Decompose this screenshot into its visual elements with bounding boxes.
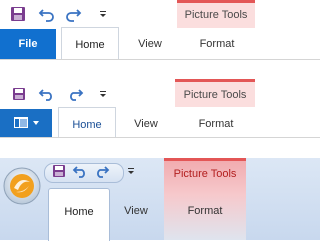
- context-tab-group-label: Picture Tools: [183, 89, 247, 101]
- tab-home[interactable]: Home: [61, 27, 119, 60]
- tab-format[interactable]: Format: [182, 29, 252, 59]
- app-menu-orb-button[interactable]: [2, 166, 42, 206]
- windows7-orb-icon: [3, 167, 41, 205]
- context-tab-group-picture-tools: Picture Tools: [177, 0, 255, 28]
- save-icon: [13, 88, 25, 100]
- tab-label: Format: [187, 205, 223, 217]
- undo-icon: [38, 89, 52, 101]
- ribbon-divider: [0, 59, 320, 60]
- redo-icon: [70, 89, 84, 101]
- save-icon: [11, 7, 25, 21]
- tab-label: Home: [72, 119, 102, 131]
- tab-view[interactable]: View: [126, 29, 174, 59]
- save-button[interactable]: [10, 6, 26, 22]
- tab-label: Format: [198, 118, 234, 130]
- save-button[interactable]: [52, 164, 66, 178]
- redo-button[interactable]: [64, 6, 82, 22]
- save-button[interactable]: [12, 87, 26, 101]
- tab-label: Home: [64, 206, 94, 218]
- tab-label: Format: [199, 38, 235, 50]
- tab-view[interactable]: View: [112, 188, 160, 238]
- file-tab-button[interactable]: File: [0, 29, 56, 59]
- customize-qat-button[interactable]: [126, 166, 136, 176]
- customize-qat-button[interactable]: [98, 89, 108, 99]
- context-tab-group-picture-tools: Picture Tools: [175, 79, 255, 107]
- ribbon-variant-1: Picture Tools File Home View Format: [0, 0, 320, 62]
- context-tab-group-label: Picture Tools: [173, 168, 237, 180]
- ribbon-variant-2: Picture Tools Home View Format: [0, 79, 320, 141]
- tab-label: View: [138, 38, 162, 50]
- tab-label: View: [134, 118, 158, 130]
- save-icon: [53, 165, 65, 177]
- ribbon-divider: [0, 137, 320, 138]
- undo-button[interactable]: [38, 87, 56, 101]
- redo-icon: [66, 9, 82, 22]
- file-tab-label: File: [18, 38, 38, 50]
- context-tab-group-label: Picture Tools: [184, 9, 248, 21]
- tab-format[interactable]: Format: [180, 109, 252, 137]
- tab-home[interactable]: Home: [48, 188, 110, 241]
- tab-label: Home: [75, 39, 105, 51]
- undo-icon: [38, 9, 54, 22]
- undo-icon: [72, 166, 85, 178]
- tab-view[interactable]: View: [122, 109, 170, 137]
- undo-button[interactable]: [38, 6, 56, 22]
- customize-qat-button[interactable]: [98, 9, 108, 19]
- tab-label: View: [124, 205, 148, 217]
- tab-home[interactable]: Home: [58, 107, 116, 138]
- redo-icon: [97, 166, 110, 178]
- ribbon-app-menu-icon: [14, 117, 39, 128]
- customize-qat-icon: [128, 168, 134, 174]
- app-menu-button[interactable]: [0, 109, 52, 137]
- customize-qat-icon: [100, 11, 106, 17]
- tab-format[interactable]: Format: [168, 188, 242, 238]
- ribbon-variant-3: Picture Tools Home View Format: [0, 158, 320, 241]
- customize-qat-icon: [100, 91, 106, 97]
- undo-button[interactable]: [72, 164, 88, 178]
- redo-button[interactable]: [66, 87, 84, 101]
- redo-button[interactable]: [94, 164, 110, 178]
